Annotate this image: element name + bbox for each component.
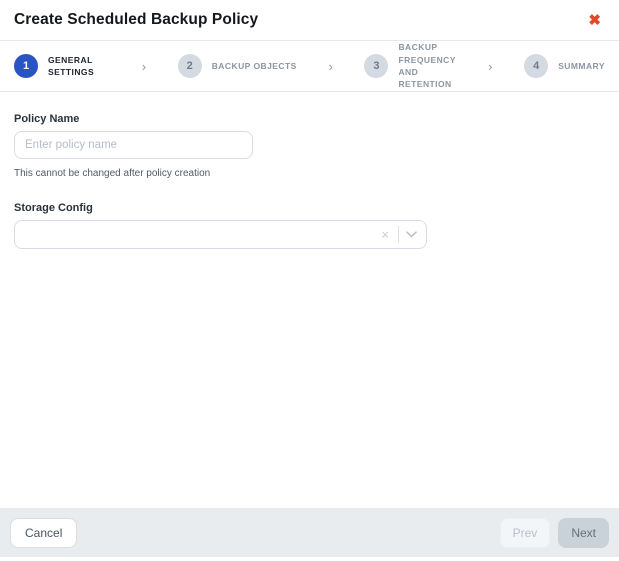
step-number-badge: 1: [14, 54, 38, 78]
step-number-badge: 4: [524, 54, 548, 78]
step-general-settings[interactable]: 1 GENERAL SETTINGS: [14, 54, 110, 79]
policy-name-helper-text: This cannot be changed after policy crea…: [14, 168, 605, 179]
chevron-right-icon: ›: [486, 59, 494, 74]
step-label: SUMMARY: [558, 60, 605, 72]
chevron-right-icon: ›: [140, 59, 148, 74]
close-icon[interactable]: ✖: [584, 11, 605, 30]
modal-header: Create Scheduled Backup Policy ✖: [0, 0, 619, 41]
policy-name-input[interactable]: [14, 131, 253, 159]
modal-footer: Cancel Prev Next: [0, 508, 619, 557]
prev-button[interactable]: Prev: [500, 518, 551, 548]
step-label: GENERAL SETTINGS: [48, 54, 110, 79]
step-label: BACKUP OBJECTS: [212, 60, 297, 72]
storage-config-field-group: Storage Config ×: [14, 202, 605, 249]
step-number-badge: 2: [178, 54, 202, 78]
modal-title: Create Scheduled Backup Policy: [14, 11, 258, 29]
next-button[interactable]: Next: [558, 518, 609, 548]
chevron-down-icon[interactable]: [406, 231, 417, 238]
footer-right-actions: Prev Next: [500, 518, 609, 548]
step-backup-frequency-retention[interactable]: 3 BACKUP FREQUENCY AND RETENTION: [364, 41, 456, 90]
clear-selection-icon[interactable]: ×: [379, 228, 391, 241]
modal-body: Policy Name This cannot be changed after…: [0, 92, 619, 508]
create-backup-policy-modal: Create Scheduled Backup Policy ✖ 1 GENER…: [0, 0, 619, 561]
storage-config-select[interactable]: ×: [14, 220, 427, 249]
policy-name-label: Policy Name: [14, 113, 605, 125]
step-label: BACKUP FREQUENCY AND RETENTION: [398, 41, 456, 90]
storage-config-label: Storage Config: [14, 202, 605, 214]
step-number-badge: 3: [364, 54, 388, 78]
wizard-stepper: 1 GENERAL SETTINGS › 2 BACKUP OBJECTS › …: [0, 41, 619, 92]
cancel-button[interactable]: Cancel: [10, 518, 77, 548]
step-summary[interactable]: 4 SUMMARY: [524, 54, 605, 78]
chevron-right-icon: ›: [326, 59, 334, 74]
select-divider: [398, 226, 399, 243]
policy-name-field-group: Policy Name This cannot be changed after…: [14, 113, 605, 179]
step-backup-objects[interactable]: 2 BACKUP OBJECTS: [178, 54, 297, 78]
